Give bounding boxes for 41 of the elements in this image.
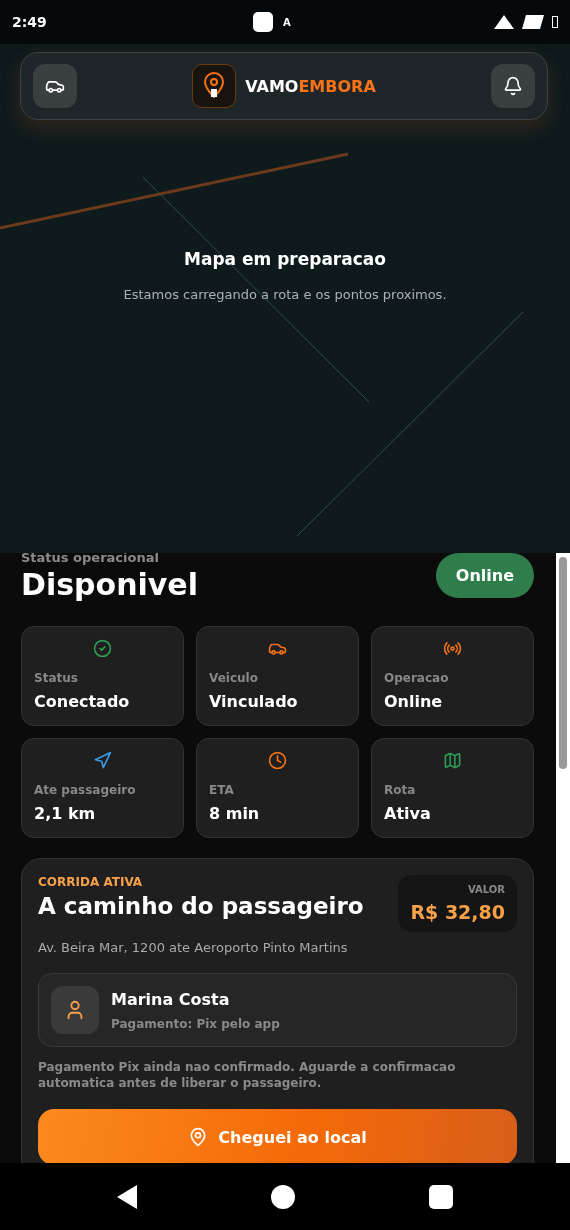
tile-label: Ate passageiro [34, 783, 137, 797]
logo-icon [192, 64, 237, 108]
ride-eyebrow: CORRIDA ATIVA [38, 875, 144, 889]
battery-icon [552, 16, 558, 28]
user-icon [51, 986, 99, 1034]
ride-title: A caminho do passageiro [38, 893, 364, 919]
online-badge: Online [435, 553, 534, 598]
arrived-button[interactable]: Cheguei ao local [38, 1109, 517, 1163]
tile-label: Veiculo [209, 671, 259, 685]
back-icon[interactable] [117, 1184, 137, 1209]
tile-value: 8 min [209, 804, 261, 823]
home-icon[interactable] [271, 1184, 295, 1209]
tile-label: Operacao [384, 671, 450, 685]
recents-icon[interactable] [429, 1184, 453, 1209]
status-time: 2:49 [12, 14, 47, 30]
tile-value: Conectado [34, 692, 131, 711]
tile-label: Status [34, 671, 79, 685]
tile-label: Rota [384, 783, 417, 797]
tile-value: Online [384, 692, 444, 711]
price-label: VALOR [467, 884, 505, 895]
map-title: Mapa em preparacao [184, 249, 386, 269]
notification-letter: A [283, 16, 291, 28]
notifications-button[interactable] [491, 64, 535, 108]
signal-icon [522, 14, 544, 30]
price-value: R$ 32,80 [410, 901, 505, 923]
app-notification-icon [253, 12, 273, 32]
passenger-name: Marina Costa [111, 989, 231, 1009]
payment-method: Pagamento: Pix pelo app [111, 1016, 280, 1031]
brand-name: VAMOEMBORA [245, 76, 376, 96]
bell-icon [503, 76, 523, 96]
payment-notice: Pagamento Pix ainda nao confirmado. Aguarde a confirmacao automatica antes de liberar o passageiro. [38, 1059, 457, 1091]
car-button[interactable] [33, 64, 77, 108]
status-label: Status operacional [21, 553, 160, 565]
map-subtitle: Estamos carregando a rota e os pontos proximos. [123, 287, 447, 302]
status-value: Disponivel [21, 567, 198, 602]
route-text: Av. Beira Mar, 1200 ate Aeroporto Pinto Martins [38, 940, 349, 955]
tile-value: 2,1 km [34, 804, 97, 823]
tile-label: ETA [209, 783, 235, 797]
wifi-icon [494, 14, 514, 30]
tile-value: Vinculado [209, 692, 299, 711]
tile-value: Ativa [384, 804, 432, 823]
